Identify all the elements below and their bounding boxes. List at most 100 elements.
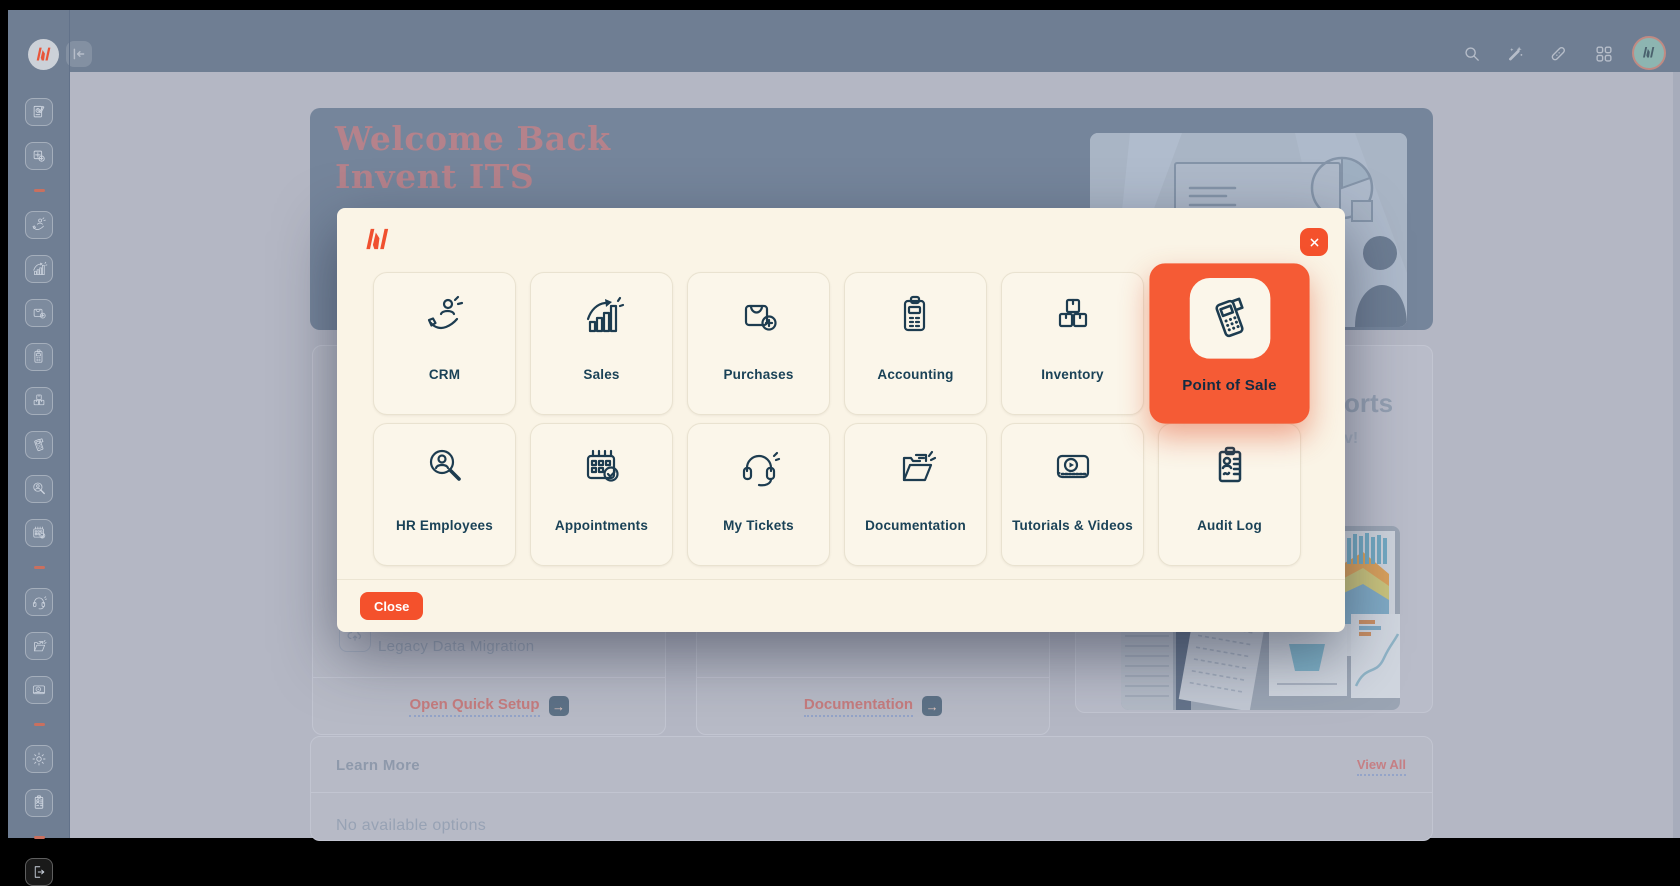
- no-options-text: No available options: [336, 817, 486, 835]
- sidebar-item-hr-employees[interactable]: [25, 475, 53, 503]
- app-tile-hr-employees[interactable]: HR Employees: [373, 423, 516, 566]
- top-bar: [8, 10, 1680, 72]
- app-tile-my-tickets[interactable]: My Tickets: [687, 423, 830, 566]
- inventory-icon: [1049, 292, 1097, 340]
- app-tile-inventory[interactable]: Inventory: [1001, 272, 1144, 415]
- app-tile-label: Documentation: [845, 518, 986, 533]
- app-tile-sales[interactable]: Sales: [530, 272, 673, 415]
- point-of-sale-icon-box: [1189, 278, 1270, 359]
- calculator-icon: [30, 147, 48, 165]
- sales-icon: [578, 292, 626, 340]
- crm-icon: [30, 216, 48, 234]
- magic-wand-icon[interactable]: [1504, 43, 1526, 65]
- search-icon[interactable]: [1461, 43, 1483, 65]
- app-tile-label: Accounting: [845, 367, 986, 382]
- app-tile-tutorials-videos[interactable]: Tutorials & Videos: [1001, 423, 1144, 566]
- sidebar-item-my-tickets[interactable]: [25, 588, 53, 616]
- app-tile-point-of-sale[interactable]: Point of Sale: [1149, 263, 1309, 423]
- settings-icon: [30, 750, 48, 768]
- sidebar-item-inventory[interactable]: [25, 387, 53, 415]
- app-tile-label: HR Employees: [374, 518, 515, 533]
- sidebar-divider: [34, 566, 45, 569]
- modal-footer: Close: [337, 579, 1345, 632]
- import-subtitle: Legacy Data Migration: [378, 638, 534, 655]
- app-tile-label: CRM: [374, 367, 515, 382]
- modal-close-icon-button[interactable]: [1300, 228, 1328, 256]
- sidebar-divider: [34, 189, 45, 192]
- sidebar-item-logout[interactable]: [25, 858, 53, 886]
- app-tile-appointments[interactable]: Appointments: [530, 423, 673, 566]
- documentation-icon: [892, 443, 940, 491]
- logout-icon: [30, 863, 48, 881]
- modal-brand-logo-icon: [360, 223, 396, 255]
- avatar[interactable]: [1632, 36, 1666, 70]
- arrow-right-badge-icon[interactable]: →: [549, 696, 569, 716]
- purchases-icon: [30, 304, 48, 322]
- sidebar-divider-line: [69, 10, 70, 838]
- sidebar-item-accounting[interactable]: [25, 343, 53, 371]
- apps-grid-icon[interactable]: [1593, 43, 1615, 65]
- accounting-icon: [30, 348, 48, 366]
- avatar-logo-icon: [1640, 44, 1658, 62]
- documentation-card-footer: Documentation →: [697, 677, 1049, 734]
- reports-title-fragment: orts: [1344, 388, 1393, 419]
- documentation-icon: [30, 637, 48, 655]
- audit-log-icon: [30, 794, 48, 812]
- card-divider: [311, 792, 1432, 793]
- app-tile-label: Sales: [531, 367, 672, 382]
- sidebar-item-purchases[interactable]: [25, 299, 53, 327]
- dashboard-icon: [30, 103, 48, 121]
- welcome-line2: Invent ITS: [335, 158, 611, 196]
- welcome-line1: Welcome Back: [335, 120, 611, 158]
- pen-icon[interactable]: [1547, 43, 1569, 65]
- learn-more-title: Learn More: [336, 757, 420, 774]
- tutorials-videos-icon: [30, 681, 48, 699]
- arrow-right-badge-icon[interactable]: →: [922, 696, 942, 716]
- my-tickets-icon: [735, 443, 783, 491]
- app-tile-audit-log[interactable]: Audit Log: [1158, 423, 1301, 566]
- sidebar-item-tutorials-videos[interactable]: [25, 676, 53, 704]
- app-tile-label: Appointments: [531, 518, 672, 533]
- accounting-icon: [892, 292, 940, 340]
- sidebar-item-point-of-sale[interactable]: [25, 431, 53, 459]
- sidebar-item-documentation[interactable]: [25, 632, 53, 660]
- sales-icon: [30, 260, 48, 278]
- welcome-heading: Welcome Back Invent ITS: [335, 120, 611, 196]
- sidebar-item-calculator[interactable]: [25, 142, 53, 170]
- app-tile-accounting[interactable]: Accounting: [844, 272, 987, 415]
- inventory-icon: [30, 392, 48, 410]
- app-tile-label: Purchases: [688, 367, 829, 382]
- sidebar-item-sales[interactable]: [25, 255, 53, 283]
- quick-setup-card-footer: Open Quick Setup →: [313, 677, 665, 734]
- appointments-icon: [30, 524, 48, 542]
- close-icon: [1307, 235, 1322, 250]
- sidebar-item-appointments[interactable]: [25, 519, 53, 547]
- documentation-link[interactable]: Documentation: [804, 696, 913, 717]
- view-all-link[interactable]: View All: [1357, 757, 1406, 776]
- open-quick-setup-link[interactable]: Open Quick Setup: [409, 696, 539, 717]
- appointments-icon: [578, 443, 626, 491]
- brand-logo-icon: [33, 44, 55, 66]
- reports-subtitle-fragment: v!: [1344, 430, 1358, 448]
- apps-modal: CRM Sales Purchases Accounting Inventory…: [337, 208, 1345, 632]
- close-button[interactable]: Close: [360, 592, 423, 620]
- learn-more-card: Learn More View All No available options: [310, 736, 1433, 841]
- hr-employees-icon: [421, 443, 469, 491]
- app-tile-label: Inventory: [1002, 367, 1143, 382]
- purchases-icon: [735, 292, 783, 340]
- audit-log-icon: [1206, 443, 1254, 491]
- sidebar-item-crm[interactable]: [25, 211, 53, 239]
- sidebar: [8, 72, 70, 838]
- app-tile-purchases[interactable]: Purchases: [687, 272, 830, 415]
- point-of-sale-icon: [1202, 290, 1258, 346]
- app-tile-label: My Tickets: [688, 518, 829, 533]
- app-tile-label: Tutorials & Videos: [1002, 518, 1143, 533]
- page-scrollbar[interactable]: [1673, 72, 1680, 838]
- my-tickets-icon: [30, 593, 48, 611]
- sidebar-item-audit-log[interactable]: [25, 789, 53, 817]
- sidebar-item-dashboard[interactable]: [25, 98, 53, 126]
- sidebar-item-settings[interactable]: [25, 745, 53, 773]
- brand-logo-badge[interactable]: [28, 39, 59, 70]
- app-tile-crm[interactable]: CRM: [373, 272, 516, 415]
- app-tile-documentation[interactable]: Documentation: [844, 423, 987, 566]
